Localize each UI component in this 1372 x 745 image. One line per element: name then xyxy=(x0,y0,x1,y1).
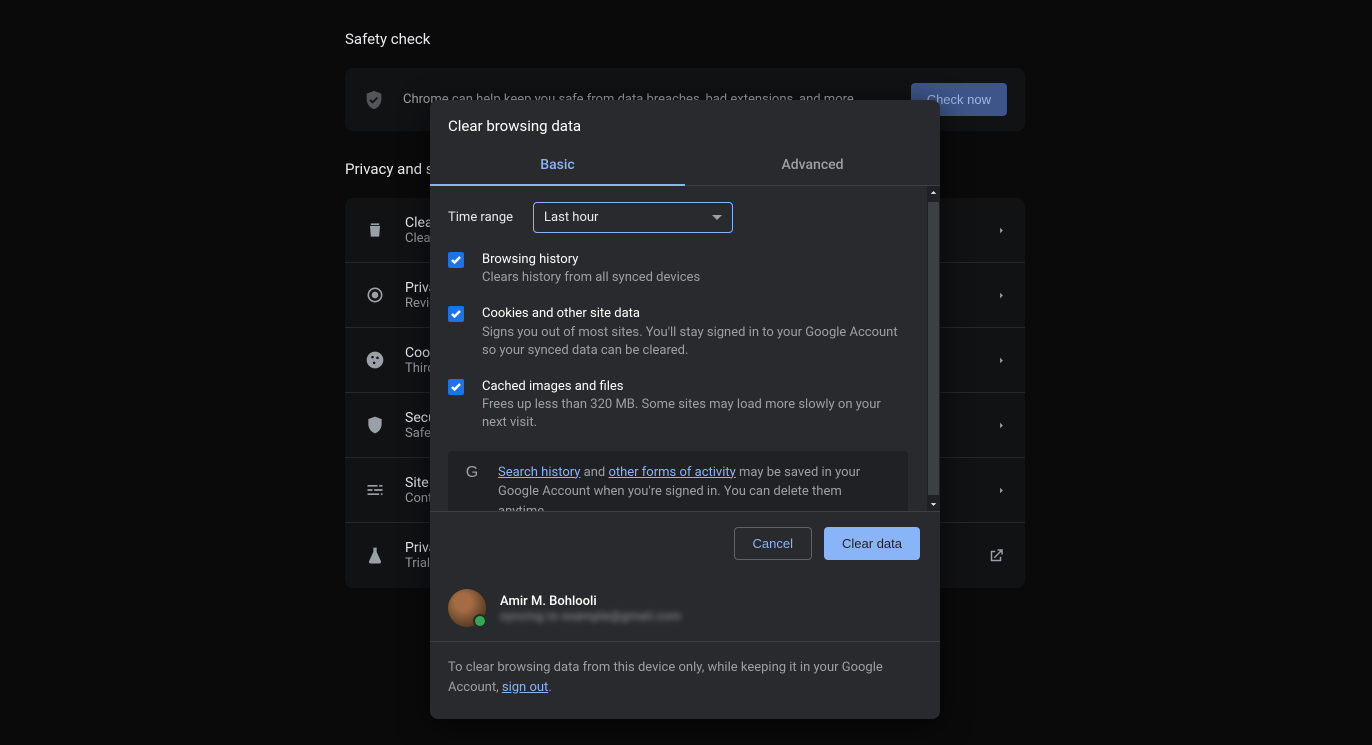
info-text: Search history and other forms of activi… xyxy=(498,463,894,512)
chevron-right-icon xyxy=(998,422,1005,429)
chevron-right-icon xyxy=(998,487,1005,494)
external-link-icon xyxy=(987,547,1005,565)
profile-name: Amir M. Bohlooli xyxy=(500,594,681,609)
dialog-tabs: Basic Advanced xyxy=(430,147,940,186)
sync-badge-icon xyxy=(473,614,487,628)
profile-email-blurred: syncing to example@gmail.com xyxy=(500,609,681,623)
option-cache[interactable]: Cached images and files Frees up less th… xyxy=(448,378,922,433)
tab-advanced[interactable]: Advanced xyxy=(685,147,940,185)
chevron-right-icon xyxy=(998,227,1005,234)
scroll-down-icon[interactable] xyxy=(930,501,937,508)
option-title: Browsing history xyxy=(482,251,700,269)
cookie-icon xyxy=(365,350,385,370)
option-title: Cookies and other site data xyxy=(482,305,908,323)
trash-icon xyxy=(365,220,385,240)
clear-data-button[interactable]: Clear data xyxy=(824,527,920,560)
chevron-down-icon xyxy=(712,215,722,220)
time-range-row: Time range Last hour xyxy=(448,202,922,233)
other-activity-link[interactable]: other forms of activity xyxy=(608,465,735,480)
checkbox[interactable] xyxy=(448,379,464,395)
option-sub: Signs you out of most sites. You'll stay… xyxy=(482,324,908,360)
scroll-up-icon[interactable] xyxy=(930,189,937,196)
target-icon xyxy=(365,285,385,305)
avatar xyxy=(448,589,486,627)
tab-basic[interactable]: Basic xyxy=(430,147,685,186)
dialog-actions: Cancel Clear data xyxy=(430,511,940,575)
option-cookies[interactable]: Cookies and other site data Signs you ou… xyxy=(448,305,922,360)
option-title: Cached images and files xyxy=(482,378,908,396)
checkbox[interactable] xyxy=(448,306,464,322)
cancel-button[interactable]: Cancel xyxy=(734,527,812,560)
sliders-icon xyxy=(365,480,385,500)
option-sub: Frees up less than 320 MB. Some sites ma… xyxy=(482,396,908,432)
checkbox[interactable] xyxy=(448,252,464,268)
safety-check-heading: Safety check xyxy=(345,30,1025,48)
flask-icon xyxy=(365,546,385,566)
option-sub: Clears history from all synced devices xyxy=(482,269,700,287)
scrollbar-thumb[interactable] xyxy=(928,202,939,495)
time-range-value: Last hour xyxy=(544,210,598,225)
profile-section: Amir M. Bohlooli syncing to example@gmai… xyxy=(430,575,940,642)
chevron-right-icon xyxy=(998,292,1005,299)
signout-section: To clear browsing data from this device … xyxy=(430,642,940,719)
sign-out-link[interactable]: sign out xyxy=(502,680,548,695)
clear-browsing-data-dialog: Clear browsing data Basic Advanced Time … xyxy=(430,100,940,719)
time-range-label: Time range xyxy=(448,210,513,225)
scrollbar[interactable] xyxy=(927,186,940,511)
search-history-link[interactable]: Search history xyxy=(498,465,580,480)
shield-icon xyxy=(365,415,385,435)
google-account-info: G Search history and other forms of acti… xyxy=(448,451,908,512)
dialog-title: Clear browsing data xyxy=(430,100,940,147)
option-browsing-history[interactable]: Browsing history Clears history from all… xyxy=(448,251,922,287)
google-icon: G xyxy=(462,463,482,483)
chevron-right-icon xyxy=(998,357,1005,364)
time-range-select[interactable]: Last hour xyxy=(533,202,733,233)
shield-icon xyxy=(363,89,385,111)
dialog-body: Time range Last hour Browsing history Cl… xyxy=(430,186,940,511)
